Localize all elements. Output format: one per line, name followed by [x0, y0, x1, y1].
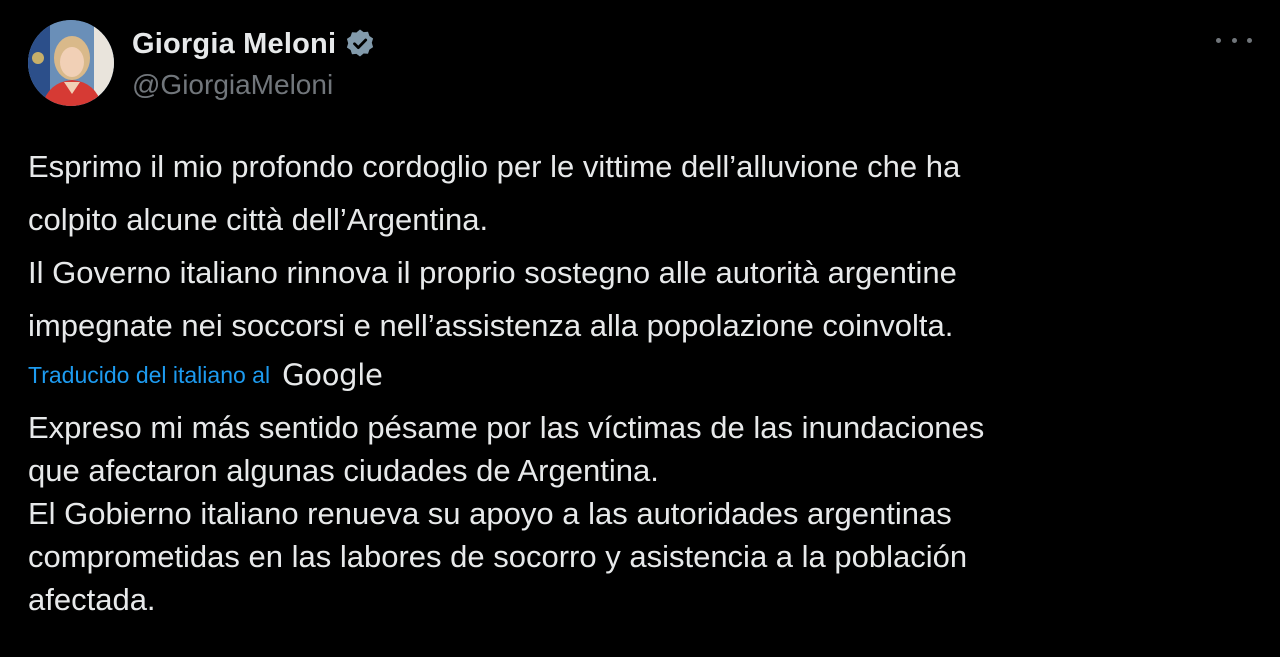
- translation-label-link[interactable]: Traducido del italiano al: [28, 362, 270, 389]
- author-display-name[interactable]: Giorgia Meloni: [132, 28, 336, 61]
- profile-photo-icon[interactable]: [28, 20, 114, 106]
- dot-icon: [1216, 37, 1221, 43]
- tweet-card: Giorgia Meloni @GiorgiaMeloni Esprimo il…: [0, 0, 1280, 657]
- translation-attribution: Traducido del italiano al Google: [28, 355, 383, 395]
- google-logo: Google: [282, 358, 383, 392]
- name-row: Giorgia Meloni: [132, 25, 376, 63]
- tweet-translated-text: Expreso mi más sentido pésame por las ví…: [28, 410, 985, 617]
- author-identity: Giorgia Meloni @GiorgiaMeloni: [132, 20, 376, 101]
- dot-icon: [1231, 37, 1237, 43]
- tweet-header: Giorgia Meloni @GiorgiaMeloni: [28, 20, 376, 106]
- dot-icon: [1247, 37, 1252, 43]
- author-handle[interactable]: @GiorgiaMeloni: [132, 69, 376, 101]
- more-horizontal-icon[interactable]: [1216, 28, 1252, 52]
- verified-badge-icon[interactable]: [344, 28, 376, 60]
- tweet-original-text: Esprimo il mio profondo cordoglio per le…: [28, 149, 961, 343]
